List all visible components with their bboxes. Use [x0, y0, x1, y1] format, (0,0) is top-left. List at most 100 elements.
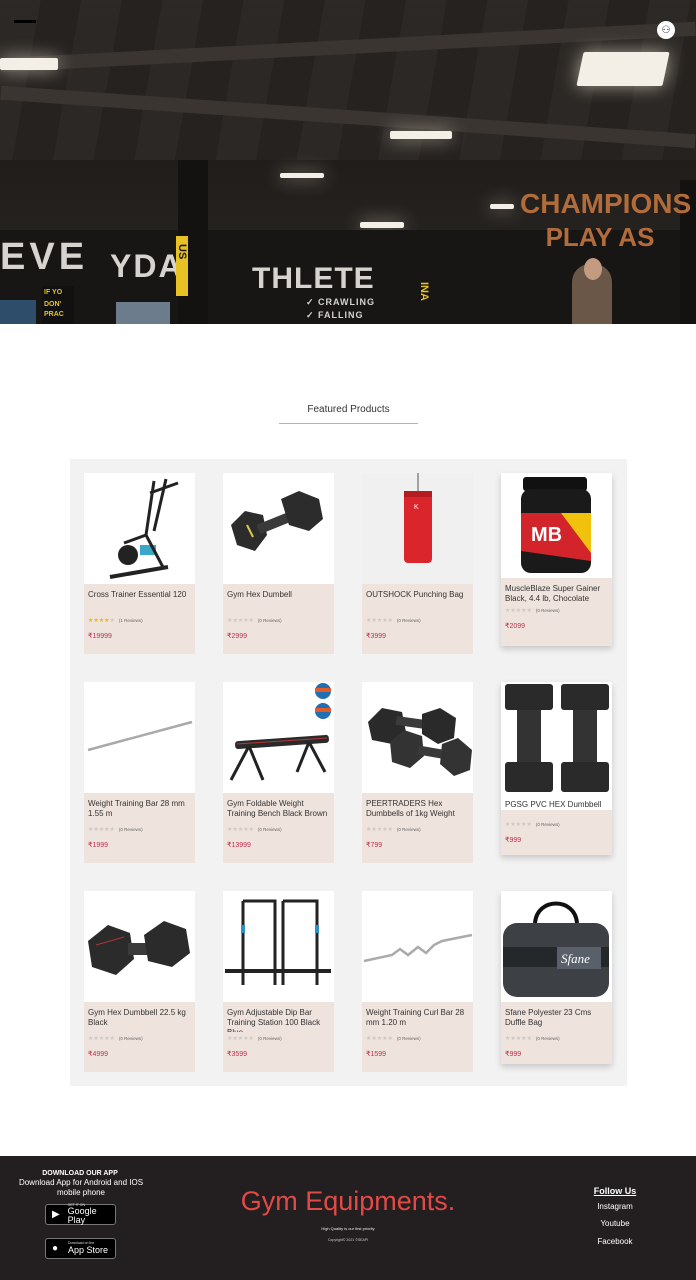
product-image[interactable]	[84, 891, 195, 1002]
hero-poster	[0, 300, 36, 324]
product-image[interactable]	[84, 682, 195, 793]
product-rating: ★★★★★ (0 Reviews)	[223, 823, 334, 835]
hero-wall-text: THLETE	[252, 262, 375, 295]
product-name[interactable]: OUTSHOCK Punching Bag	[362, 584, 473, 614]
product-card[interactable]: Sfane Sfane Polyester 23 Cms Duffle Bag …	[501, 891, 612, 1064]
product-rating: ★★★★★ (0 Reviews)	[501, 818, 612, 830]
hero-orange-text: CHAMPIONS	[520, 188, 692, 219]
product-price: ₹3599	[227, 1051, 248, 1058]
product-image[interactable]	[501, 682, 612, 810]
hero-pillar-text: INA	[418, 282, 430, 301]
product-image[interactable]	[362, 682, 473, 793]
product-card[interactable]: Weight Training Curl Bar 28 mm 1.20 m ★★…	[362, 891, 473, 1072]
review-count: (0 Reviews)	[396, 1035, 421, 1041]
social-link-youtube[interactable]: Youtube	[575, 1219, 655, 1228]
hero-wall-list: ✓ FALLING	[306, 310, 364, 320]
product-card[interactable]: Gym Hex Dumbell ★★★★★ (0 Reviews) ₹2999	[223, 473, 334, 654]
star-rating-icon: ★★★★★	[366, 617, 393, 624]
review-count: (0 Reviews)	[118, 1035, 143, 1041]
product-image[interactable]	[223, 891, 334, 1002]
footer-brand: Gym Equipments.	[240, 1186, 456, 1216]
product-image[interactable]	[362, 891, 473, 1002]
review-count: (0 Reviews)	[396, 617, 421, 623]
menu-icon[interactable]	[14, 20, 36, 23]
product-rating: ★★★★★ (0 Reviews)	[362, 614, 473, 626]
review-count: (0 Reviews)	[535, 821, 560, 827]
hero-banner: EVE YDA US THLETE ✓ CRAWLING ✓ FALLING I…	[0, 0, 696, 324]
product-card[interactable]: Gym Hex Dumbbell 22.5 kg Black ★★★★★ (0 …	[84, 891, 195, 1072]
google-play-icon: ▶	[52, 1209, 60, 1220]
app-store-label: App Store	[68, 1244, 109, 1255]
product-rating: ★★★★★ (0 Reviews)	[501, 604, 612, 616]
hero-poster-text: DON'	[44, 301, 62, 308]
app-store-button[interactable]: ● Download on the App Store	[45, 1238, 116, 1259]
product-rating: ★★★★★ (0 Reviews)	[223, 614, 334, 626]
star-rating-icon: ★★★★★	[227, 1035, 254, 1042]
product-card[interactable]: PGSG PVC HEX Dumbbell ★★★★★ (0 Reviews) …	[501, 682, 612, 855]
product-name[interactable]: Cross Trainer Essential 120	[84, 584, 195, 614]
user-account-icon[interactable]: ⚇	[657, 21, 675, 39]
product-card[interactable]: Cross Trainer Essential 120 ★★★★★ (1 Rev…	[84, 473, 195, 654]
product-image[interactable]	[223, 682, 334, 793]
product-name[interactable]: PEERTRADERS Hex Dumbbells of 1kg Weight	[362, 793, 473, 823]
section-title: Featured Products	[307, 404, 390, 415]
hero-orange-text: PLAY AS	[545, 222, 655, 252]
star-rating-icon: ★★★★★	[227, 617, 254, 624]
product-price: ₹1999	[88, 842, 109, 849]
product-card[interactable]: PEERTRADERS Hex Dumbbells of 1kg Weight …	[362, 682, 473, 863]
apple-icon: ●	[52, 1243, 59, 1254]
product-rating: ★★★★★ (0 Reviews)	[362, 823, 473, 835]
product-rating: ★★★★★ (0 Reviews)	[84, 1032, 195, 1044]
product-image[interactable]: Sfane	[501, 891, 612, 1002]
product-price: ₹999	[505, 837, 522, 844]
product-image[interactable]	[223, 473, 334, 584]
product-brand-text: Sfane	[561, 951, 590, 966]
product-rating: ★★★★★ (0 Reviews)	[501, 1032, 612, 1044]
review-count: (0 Reviews)	[118, 826, 143, 832]
product-price: ₹1599	[366, 1051, 387, 1058]
product-name[interactable]: Gym Foldable Weight Training Bench Black…	[223, 793, 334, 823]
star-rating-icon: ★★★★★	[505, 607, 532, 614]
product-card[interactable]: Gym Foldable Weight Training Bench Black…	[223, 682, 334, 863]
social-link-instagram[interactable]: Instagram	[575, 1202, 655, 1211]
product-name[interactable]: PGSG PVC HEX Dumbbell	[501, 800, 612, 812]
review-count: (0 Reviews)	[535, 607, 560, 613]
product-image[interactable]	[84, 473, 195, 584]
product-rating: ★★★★★ (0 Reviews)	[84, 823, 195, 835]
product-name[interactable]: Gym Adjustable Dip Bar Training Station …	[223, 1002, 334, 1032]
product-name[interactable]: MuscleBlaze Super Gainer Black, 4.4 lb, …	[501, 578, 612, 604]
star-rating-icon: ★★★★★	[505, 821, 532, 828]
follow-us-heading: Follow Us	[593, 1186, 637, 1196]
star-rating-icon: ★★★★★	[366, 826, 393, 833]
google-play-button[interactable]: ▶ GET IT ON Google Play	[45, 1203, 116, 1225]
product-image[interactable]: MB	[501, 473, 612, 578]
product-name[interactable]: Gym Hex Dumbbell 22.5 kg Black	[84, 1002, 195, 1032]
product-name[interactable]: Weight Training Curl Bar 28 mm 1.20 m	[362, 1002, 473, 1032]
ceiling-light	[576, 52, 670, 86]
review-count: (0 Reviews)	[257, 617, 282, 623]
product-card[interactable]: Gym Adjustable Dip Bar Training Station …	[223, 891, 334, 1072]
ceiling-light	[280, 173, 324, 178]
product-name[interactable]: Gym Hex Dumbell	[223, 584, 334, 614]
product-name[interactable]: Weight Training Bar 28 mm 1.55 m	[84, 793, 195, 823]
product-card[interactable]: K OUTSHOCK Punching Bag ★★★★★ (0 Reviews…	[362, 473, 473, 654]
product-price: ₹19999	[88, 633, 112, 640]
hero-poster-text: IF YO	[44, 289, 63, 296]
product-name[interactable]: Sfane Polyester 23 Cms Duffle Bag	[501, 1002, 612, 1032]
product-price: ₹799	[366, 842, 383, 849]
ceiling-light	[360, 222, 404, 228]
product-card[interactable]: MB MuscleBlaze Super Gainer Black, 4.4 l…	[501, 473, 612, 646]
star-rating-icon: ★★★★★	[227, 826, 254, 833]
product-price: ₹3999	[366, 633, 387, 640]
product-price: ₹13999	[227, 842, 251, 849]
review-count: (0 Reviews)	[257, 826, 282, 832]
hero-wall-text: YDA	[110, 248, 184, 284]
product-image[interactable]: K	[362, 473, 473, 584]
footer-tagline: High Quality is our first priority	[321, 1226, 375, 1231]
product-card[interactable]: Weight Training Bar 28 mm 1.55 m ★★★★★ (…	[84, 682, 195, 863]
review-count: (1 Reviews)	[118, 617, 143, 623]
star-rating-icon: ★★★★★	[88, 1035, 115, 1042]
product-price: ₹999	[505, 1051, 522, 1058]
social-link-facebook[interactable]: Facebook	[575, 1237, 655, 1246]
hero-athlete-head	[584, 258, 602, 280]
